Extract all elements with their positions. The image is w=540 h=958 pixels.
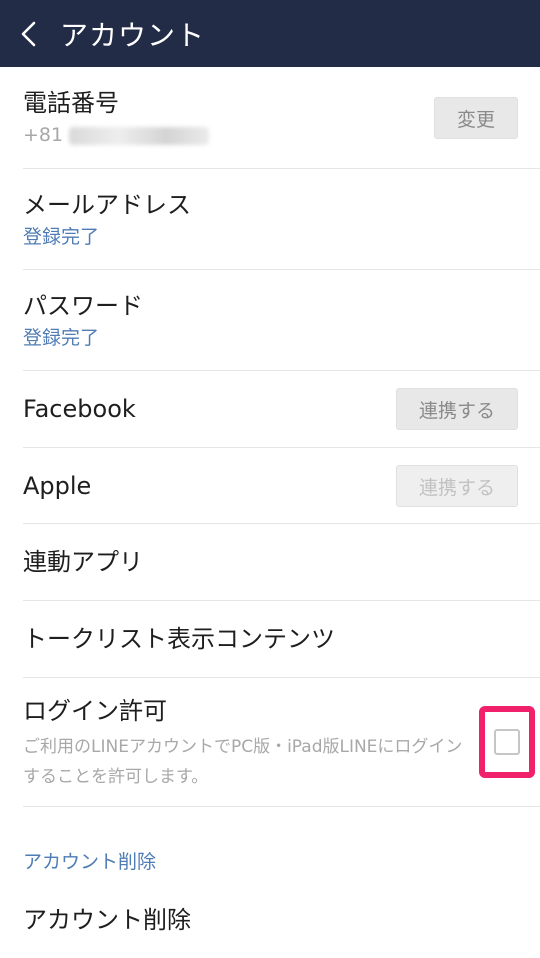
password-status: 登録完了 (23, 327, 100, 349)
back-button[interactable] (0, 0, 58, 67)
linked-apps-row[interactable]: 連動アプリ (0, 524, 540, 600)
checkbox-highlight (479, 706, 535, 778)
login-permission-label: ログイン許可 (23, 697, 167, 725)
divider (23, 269, 540, 270)
email-status: 登録完了 (23, 226, 100, 248)
change-phone-button[interactable]: 変更 (433, 97, 518, 139)
apple-link-button[interactable]: 連携する (395, 465, 518, 507)
chevron-left-icon (21, 21, 36, 46)
delete-account-label: アカウント削除 (23, 906, 191, 934)
delete-account-row[interactable]: アカウント削除 (0, 888, 540, 952)
divider (23, 168, 540, 169)
phone-number-value: +81 (23, 120, 210, 150)
facebook-row: Facebook 連携する (0, 371, 540, 447)
facebook-label: Facebook (23, 395, 136, 423)
divider (23, 806, 540, 807)
email-label: メールアドレス (23, 191, 191, 219)
login-permission-row: ログイン許可 ご利用のLINEアカウントでPC版・iPad版LINEにログインす… (0, 694, 540, 792)
divider (23, 677, 540, 678)
apple-row: Apple 連携する (0, 448, 540, 524)
phone-country-code: +81 (23, 124, 64, 146)
phone-number-row: 電話番号 +81 変更 (0, 79, 540, 157)
login-permission-description: ご利用のLINEアカウントでPC版・iPad版LINEにログインすることを許可し… (23, 737, 463, 787)
talk-list-content-label: トークリスト表示コンテンツ (23, 625, 335, 653)
password-label: パスワード (23, 292, 143, 320)
login-permission-checkbox[interactable] (494, 729, 520, 755)
linked-apps-label: 連動アプリ (23, 548, 143, 576)
apple-label: Apple (23, 472, 92, 500)
email-row[interactable]: メールアドレス 登録完了 (0, 181, 540, 259)
top-bar: アカウント (0, 0, 540, 67)
talk-list-content-row[interactable]: トークリスト表示コンテンツ (0, 601, 540, 677)
phone-number-masked (69, 126, 210, 145)
phone-number-label: 電話番号 (23, 89, 119, 117)
facebook-link-button[interactable]: 連携する (395, 388, 518, 430)
password-row[interactable]: パスワード 登録完了 (0, 282, 540, 360)
section-header-delete: アカウント削除 (23, 851, 157, 873)
page-title: アカウント (60, 18, 206, 52)
